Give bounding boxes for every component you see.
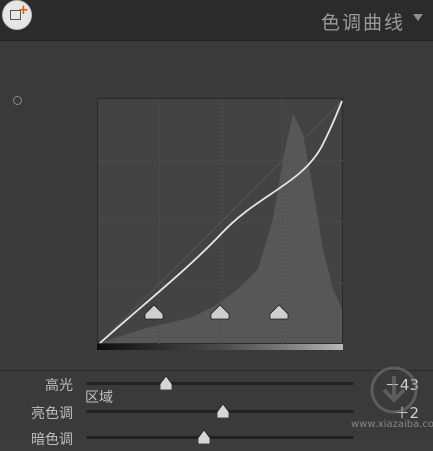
darks-slider-row: 暗色调 bbox=[0, 427, 433, 451]
split-handle-shadows[interactable] bbox=[144, 304, 289, 320]
darks-track[interactable] bbox=[86, 436, 354, 439]
highlights-track[interactable] bbox=[86, 382, 354, 385]
highlights-label: 高光 bbox=[45, 378, 73, 394]
add-point-tool-icon[interactable]: + bbox=[2, 0, 32, 30]
region-gradient-bar bbox=[97, 344, 343, 350]
region-split-handles bbox=[144, 304, 289, 320]
watermark-logo-icon bbox=[370, 366, 418, 414]
darks-label: 暗色调 bbox=[31, 432, 73, 448]
watermark-text: www.xiazaiba.com bbox=[351, 419, 433, 430]
highlights-thumb[interactable] bbox=[160, 376, 172, 390]
lights-label: 亮色调 bbox=[31, 406, 73, 422]
darks-thumb[interactable] bbox=[198, 430, 210, 444]
lights-thumb[interactable] bbox=[217, 404, 229, 418]
panel-title: 色调曲线 bbox=[320, 12, 405, 34]
targeted-adjustment-icon[interactable] bbox=[13, 96, 22, 105]
panel-header[interactable]: 色调曲线 bbox=[0, 0, 433, 40]
collapse-triangle-icon[interactable] bbox=[413, 14, 423, 21]
